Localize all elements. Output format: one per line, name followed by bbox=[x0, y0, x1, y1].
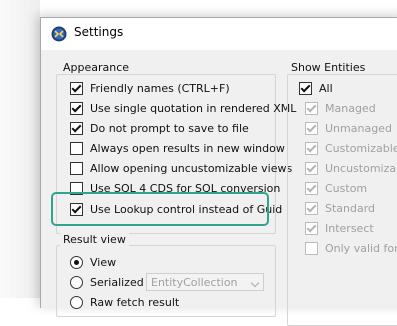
checkbox-label: Do not prompt to save to file bbox=[90, 121, 249, 135]
checkbox-label: Standard bbox=[325, 201, 376, 215]
checkbox-label: Always open results in new window bbox=[90, 141, 285, 155]
entities-unmanaged-checkbox[interactable]: Unmanaged bbox=[305, 120, 392, 136]
radio-label: Raw fetch result bbox=[90, 295, 180, 309]
entities-custom-checkbox[interactable]: Custom bbox=[305, 180, 367, 196]
checkbox-box[interactable] bbox=[305, 101, 318, 115]
checkbox-box[interactable] bbox=[70, 141, 83, 155]
checkbox-label: Only valid for Ad bbox=[325, 241, 397, 255]
uncustomizable-views-checkbox[interactable]: Allow opening uncustomizable views bbox=[70, 160, 292, 176]
serialized-format-select[interactable]: EntityCollection bbox=[146, 273, 264, 291]
checkbox-box[interactable] bbox=[70, 161, 83, 175]
single-quotation-checkbox[interactable]: Use single quotation in rendered XML bbox=[70, 100, 296, 116]
open-new-window-checkbox[interactable]: Always open results in new window bbox=[70, 140, 285, 156]
checkbox-label: All bbox=[319, 81, 333, 95]
entities-all-checkbox[interactable]: All bbox=[299, 80, 333, 96]
window-title: Settings bbox=[74, 25, 124, 39]
select-value: EntityCollection bbox=[151, 275, 238, 289]
serialized-radio[interactable]: Serialized bbox=[70, 274, 144, 290]
radio-circle[interactable] bbox=[70, 275, 83, 289]
checkbox-box[interactable] bbox=[305, 161, 318, 175]
checkbox-box[interactable] bbox=[305, 201, 318, 215]
friendly-names-checkbox[interactable]: Friendly names (CTRL+F) bbox=[70, 80, 230, 96]
raw-fetch-radio[interactable]: Raw fetch result bbox=[70, 294, 179, 310]
checkbox-label: Intersect bbox=[325, 221, 374, 235]
entities-customizable-checkbox[interactable]: Customizable bbox=[305, 140, 397, 156]
checkbox-box[interactable] bbox=[305, 121, 318, 135]
checkbox-box[interactable] bbox=[305, 221, 318, 235]
result-view-legend: Result view bbox=[60, 233, 129, 246]
checkbox-label: Allow opening uncustomizable views bbox=[90, 161, 293, 175]
checkbox-box[interactable] bbox=[70, 121, 83, 135]
show-entities-legend: Show Entities bbox=[288, 61, 369, 74]
checkbox-box[interactable] bbox=[305, 181, 318, 195]
entities-uncustomizable-checkbox[interactable]: Uncustomizable bbox=[305, 160, 397, 176]
checkbox-label: Use single quotation in rendered XML bbox=[90, 101, 297, 115]
radio-label: View bbox=[90, 255, 117, 269]
view-radio[interactable]: View bbox=[70, 254, 116, 270]
checkbox-box[interactable] bbox=[70, 101, 83, 115]
title-bar: Settings bbox=[41, 18, 397, 50]
checkbox-label: Custom bbox=[325, 181, 368, 195]
entities-standard-checkbox[interactable]: Standard bbox=[305, 200, 375, 216]
appearance-legend: Appearance bbox=[60, 61, 133, 74]
background-area bbox=[0, 0, 40, 298]
checkbox-label: Customizable bbox=[325, 141, 397, 155]
entities-managed-checkbox[interactable]: Managed bbox=[305, 100, 376, 116]
fetchxml-builder-icon bbox=[51, 26, 67, 42]
checkbox-label: Unmanaged bbox=[325, 121, 392, 135]
entities-intersect-checkbox[interactable]: Intersect bbox=[305, 220, 374, 236]
checkbox-box[interactable] bbox=[305, 141, 318, 155]
radio-circle[interactable] bbox=[70, 295, 83, 309]
checkbox-label: Managed bbox=[325, 101, 376, 115]
checkbox-box[interactable] bbox=[70, 81, 83, 95]
chevron-down-icon bbox=[250, 278, 260, 288]
radio-circle[interactable] bbox=[70, 255, 83, 269]
checkbox-label: Friendly names (CTRL+F) bbox=[90, 81, 230, 95]
radio-label: Serialized bbox=[90, 275, 144, 289]
no-prompt-save-checkbox[interactable]: Do not prompt to save to file bbox=[70, 120, 249, 136]
checkbox-label: Uncustomizable bbox=[325, 161, 397, 175]
highlight-outline bbox=[51, 192, 269, 226]
checkbox-box[interactable] bbox=[305, 241, 318, 255]
entities-only-valid-checkbox[interactable]: Only valid for Ad bbox=[305, 240, 397, 256]
checkbox-box[interactable] bbox=[299, 81, 312, 95]
